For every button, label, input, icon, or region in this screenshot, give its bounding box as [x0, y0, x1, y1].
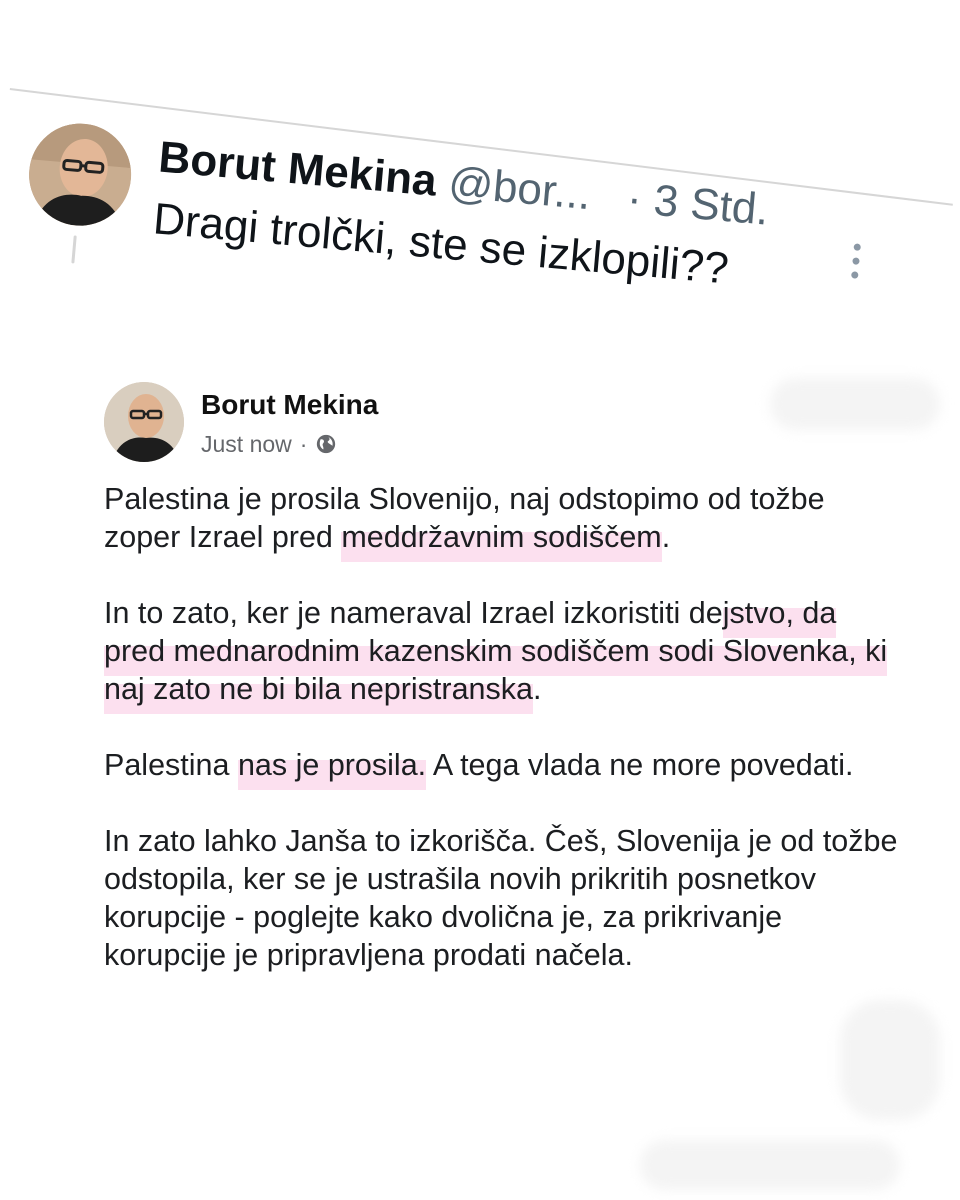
text-span: In to zato, ker je nameraval Izrael izko…	[104, 596, 723, 630]
tweet: Borut Mekina @bor... · 3 Std. Dragi trol…	[0, 0, 956, 442]
post-paragraph: Palestina je prosila Slovenijo, naj odst…	[104, 480, 904, 562]
avatar-photo	[24, 119, 136, 230]
text-span: .	[661, 520, 671, 554]
smudge	[640, 1140, 900, 1190]
text-span: .	[532, 672, 542, 706]
post-body: Palestina je prosila Slovenijo, naj odst…	[104, 480, 904, 1012]
post-paragraph: Palestina nas je prosila. A tega vlada n…	[104, 746, 904, 790]
text-span: A tega vlada ne more povedati.	[426, 748, 854, 782]
smudge	[840, 1000, 940, 1120]
highlighted-text: nas je prosila.	[237, 748, 427, 790]
globe-icon[interactable]	[315, 433, 337, 455]
tweet-avatar[interactable]	[24, 119, 136, 230]
post-timestamp[interactable]: Just now	[201, 428, 292, 460]
tweet-timestamp[interactable]: · 3 Std.	[625, 174, 771, 235]
post-author-name[interactable]: Borut Mekina	[201, 388, 378, 422]
more-vertical-icon[interactable]	[848, 243, 864, 288]
post-meta: Just now ·	[201, 428, 337, 460]
post-avatar[interactable]	[104, 382, 184, 462]
post-paragraph: In to zato, ker je nameraval Izrael izko…	[104, 594, 904, 714]
smudge	[770, 378, 940, 430]
meta-separator: ·	[299, 431, 308, 457]
post-paragraph: In zato lahko Janša to izkorišča. Češ, S…	[104, 824, 898, 972]
text-span: Palestina	[104, 748, 238, 782]
avatar-photo	[104, 382, 184, 462]
highlighted-text: meddržavnim sodiščem	[341, 520, 662, 562]
thread-line	[71, 235, 77, 264]
tweet-author-handle[interactable]: @bor...	[447, 158, 593, 219]
